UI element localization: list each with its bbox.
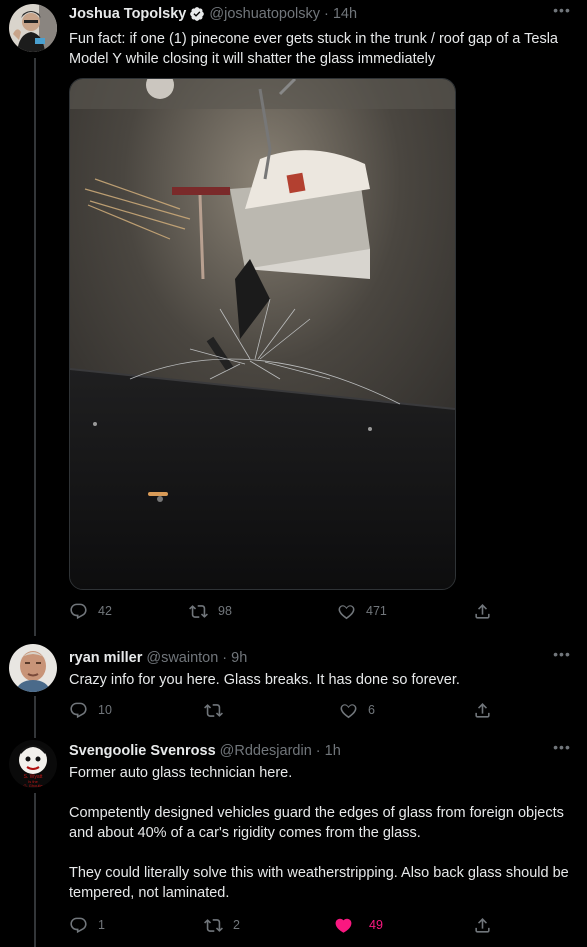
separator-dot: · <box>222 650 228 666</box>
like-button[interactable]: 471 <box>337 600 387 622</box>
tweet-image[interactable] <box>69 78 456 590</box>
tweet[interactable]: S. Wyatt Is the G. Ghoulie Svengoolie Sv… <box>0 732 587 947</box>
retweet-icon <box>204 703 223 717</box>
like-count: 6 <box>368 703 375 717</box>
author-handle[interactable]: @swainton <box>146 648 218 668</box>
retweet-icon <box>189 604 208 618</box>
reply-icon <box>70 702 87 718</box>
retweet-button[interactable]: 2 <box>204 914 240 936</box>
tweet-text: Crazy info for you here. Glass breaks. I… <box>69 672 460 688</box>
avatar[interactable]: S. Wyatt Is the G. Ghoulie <box>9 740 57 788</box>
reply-button[interactable]: 42 <box>69 600 112 622</box>
reply-count: 42 <box>98 604 112 618</box>
avatar-photo <box>9 644 57 692</box>
timestamp[interactable]: 14h <box>333 4 357 24</box>
timestamp[interactable]: 1h <box>325 741 341 761</box>
heart-icon <box>338 604 355 619</box>
share-icon <box>475 917 490 933</box>
tweet-header: ryan miller @swainton · 9h <box>69 648 573 668</box>
author-name[interactable]: Joshua Topolsky <box>69 4 186 24</box>
share-icon <box>475 702 490 718</box>
like-button[interactable]: 6 <box>339 699 375 721</box>
reply-button[interactable]: 10 <box>69 699 112 721</box>
tweet-actions: 42 98 471 <box>69 600 499 622</box>
tweet-header: Svengoolie Svenross @Rddesjardin · 1h <box>69 741 573 761</box>
author-name[interactable]: ryan miller <box>69 648 142 668</box>
svg-text:G. Ghoulie: G. Ghoulie <box>23 783 43 788</box>
verified-badge-icon <box>190 7 205 21</box>
retweet-count: 2 <box>233 918 240 932</box>
like-count: 49 <box>369 918 383 932</box>
tweet-text: Former auto glass technician here. Compe… <box>69 765 569 901</box>
heart-filled-icon <box>335 918 352 933</box>
more-options-icon[interactable]: ••• <box>551 740 573 757</box>
retweet-button[interactable]: 98 <box>189 600 232 622</box>
tweet-actions: 1 2 49 <box>69 914 499 936</box>
separator-dot: · <box>315 743 321 759</box>
share-button[interactable] <box>473 699 502 721</box>
share-button[interactable] <box>473 914 502 936</box>
author-name[interactable]: Svengoolie Svenross <box>69 741 216 761</box>
tweet-text: Fun fact: if one (1) pinecone ever gets … <box>69 31 558 67</box>
tweet-header: Joshua Topolsky @joshuatopolsky · 14h <box>69 4 573 24</box>
retweet-button[interactable] <box>204 699 233 721</box>
cracked-glass-photo <box>70 79 455 589</box>
retweet-count: 98 <box>218 604 232 618</box>
avatar-photo <box>9 4 57 52</box>
heart-icon <box>340 703 357 718</box>
avatar[interactable] <box>9 644 57 692</box>
timestamp[interactable]: 9h <box>231 648 247 668</box>
more-options-icon[interactable]: ••• <box>551 647 573 664</box>
share-button[interactable] <box>473 600 502 622</box>
avatar[interactable] <box>9 4 57 52</box>
like-button[interactable]: 49 <box>334 914 383 936</box>
reply-icon <box>70 917 87 933</box>
like-count: 471 <box>366 604 387 618</box>
avatar-photo: S. Wyatt Is the G. Ghoulie <box>9 740 57 788</box>
more-options-icon[interactable]: ••• <box>551 3 573 20</box>
tweet[interactable]: Joshua Topolsky @joshuatopolsky · 14h ••… <box>0 0 587 632</box>
tweet-actions: 10 6 <box>69 699 499 721</box>
author-handle[interactable]: @Rddesjardin <box>220 741 312 761</box>
reply-icon <box>70 603 87 619</box>
retweet-icon <box>204 918 223 932</box>
tweet[interactable]: ryan miller @swainton · 9h ••• Crazy inf… <box>0 636 587 732</box>
reply-count: 1 <box>98 918 105 932</box>
reply-button[interactable]: 1 <box>69 914 105 936</box>
reply-count: 10 <box>98 703 112 717</box>
author-handle[interactable]: @joshuatopolsky <box>209 4 320 24</box>
separator-dot: · <box>324 6 329 22</box>
share-icon <box>475 603 490 619</box>
